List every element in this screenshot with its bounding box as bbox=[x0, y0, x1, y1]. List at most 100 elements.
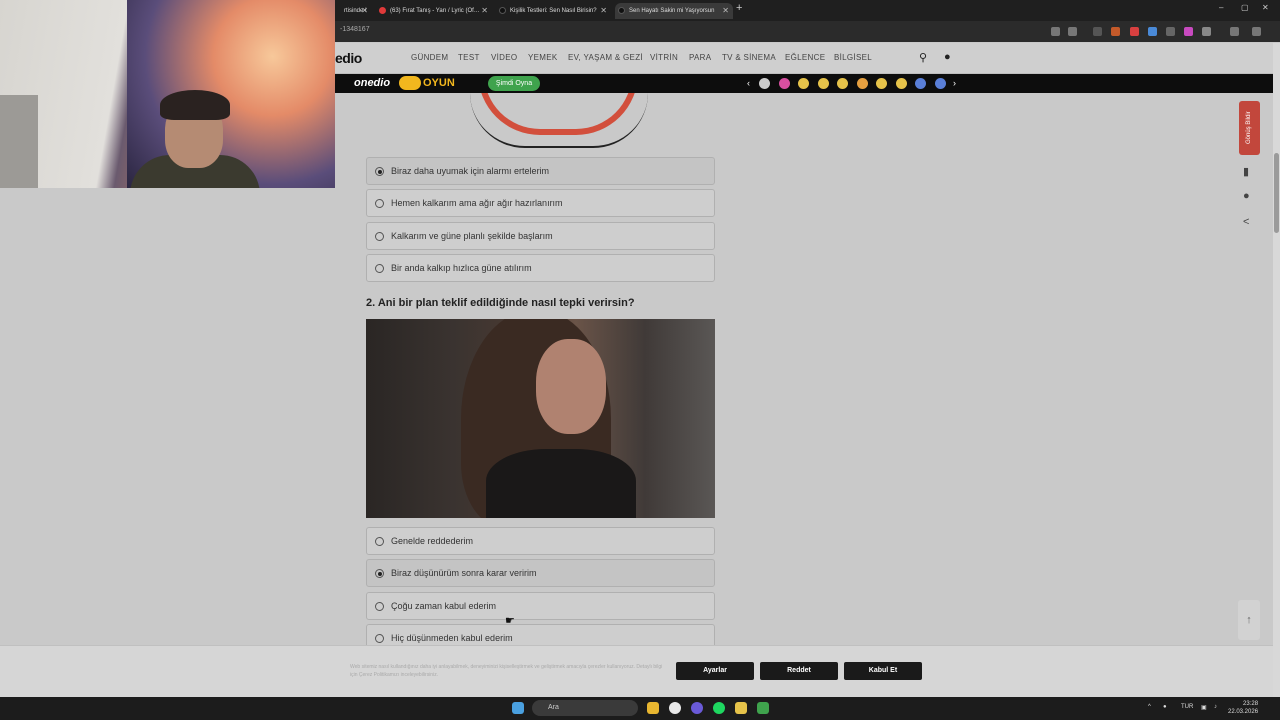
game-emoji-icon[interactable] bbox=[857, 78, 868, 89]
taskbar-search[interactable]: Ara bbox=[532, 700, 638, 716]
image-detail bbox=[536, 339, 606, 434]
game-banner[interactable]: onedio OYUN Şimdi Oyna ‹ › bbox=[335, 74, 1273, 93]
answer-option[interactable]: Biraz düşünürüm sonra karar veririm bbox=[366, 559, 715, 587]
nav-item-vitrin[interactable]: VİTRİN bbox=[650, 53, 678, 62]
answer-option[interactable]: Biraz daha uyumak için alarmı ertelerim bbox=[366, 157, 715, 185]
cookie-settings-button[interactable]: Ayarlar bbox=[676, 662, 754, 680]
file-explorer-icon[interactable] bbox=[647, 702, 659, 714]
cast-icon[interactable] bbox=[1051, 27, 1060, 36]
site-icon bbox=[499, 7, 506, 14]
nav-item-test[interactable]: TEST bbox=[458, 53, 480, 62]
start-icon[interactable] bbox=[512, 702, 524, 714]
time-text: 23:28 bbox=[1243, 701, 1259, 707]
url-field[interactable]: -1348167 bbox=[340, 26, 370, 33]
close-window-button[interactable]: ✕ bbox=[1262, 3, 1269, 12]
browser-tab[interactable]: rtisinde ! ✕ bbox=[330, 3, 372, 19]
cookie-reject-button[interactable]: Reddet bbox=[760, 662, 838, 680]
site-logo[interactable]: edio bbox=[335, 50, 362, 66]
game-emoji-icon[interactable] bbox=[837, 78, 848, 89]
radio-selected-icon bbox=[375, 167, 384, 176]
chevron-up-icon[interactable]: ^ bbox=[1148, 704, 1151, 710]
answer-label: Genelde reddederim bbox=[391, 536, 474, 546]
chevron-left-icon[interactable]: ‹ bbox=[747, 78, 750, 88]
extension-icon[interactable] bbox=[1166, 27, 1175, 36]
extension-icon[interactable] bbox=[1148, 27, 1157, 36]
answer-label: Hiç düşünmeden kabul ederim bbox=[391, 633, 513, 643]
maximize-button[interactable]: ▢ bbox=[1241, 3, 1249, 12]
language-indicator[interactable]: TUR bbox=[1181, 704, 1193, 710]
nav-item-eglence[interactable]: EĞLENCE bbox=[785, 53, 825, 62]
answer-option[interactable]: Hiç düşünmeden kabul ederim bbox=[366, 624, 715, 645]
radio-icon bbox=[375, 264, 384, 273]
search-icon[interactable]: ⚲ bbox=[919, 51, 927, 64]
radio-icon bbox=[375, 634, 384, 643]
nav-item-tv-sinema[interactable]: TV & SİNEMA bbox=[722, 53, 776, 62]
answer-option[interactable]: Çoğu zaman kabul ederim bbox=[366, 592, 715, 620]
chrome-icon[interactable] bbox=[669, 702, 681, 714]
cookie-text: Web sitemiz nasıl kullandığınız daha iyi… bbox=[350, 664, 663, 678]
site-icon bbox=[618, 7, 625, 14]
nav-item-yemek[interactable]: YEMEK bbox=[528, 53, 558, 62]
nav-item-bilgisel[interactable]: BİLGİSEL bbox=[834, 53, 872, 62]
browser-tab[interactable]: (63) Fırat Tanış - Yarı / Lyric (Of… ✕ bbox=[376, 3, 492, 19]
profile-icon[interactable] bbox=[1230, 27, 1239, 36]
clock[interactable]: 23:28 22.03.2026 bbox=[1228, 700, 1258, 716]
report-button[interactable]: Gönüş Bildir bbox=[1239, 101, 1260, 155]
browser-tab[interactable]: Kişilik Testleri: Sen Nasıl Birisin? ✕ bbox=[496, 3, 611, 19]
nav-item-video[interactable]: VİDEO bbox=[491, 53, 517, 62]
spotify-icon[interactable] bbox=[713, 702, 725, 714]
question-image bbox=[366, 319, 715, 518]
share-icon[interactable]: < bbox=[1243, 216, 1249, 228]
extension-icon[interactable] bbox=[1184, 27, 1193, 36]
nav-item-ev-yasam[interactable]: EV, YAŞAM & GEZİ bbox=[568, 53, 643, 62]
game-emoji-icon[interactable] bbox=[779, 78, 790, 89]
close-icon[interactable]: ✕ bbox=[722, 3, 729, 19]
game-emoji-icon[interactable] bbox=[818, 78, 829, 89]
bookmark-icon[interactable]: ▮ bbox=[1243, 165, 1249, 178]
star-icon[interactable] bbox=[1068, 27, 1077, 36]
app-icon[interactable] bbox=[757, 702, 769, 714]
game-emoji-icon[interactable] bbox=[876, 78, 887, 89]
volume-icon[interactable]: ♪ bbox=[1214, 704, 1217, 710]
radio-icon bbox=[375, 232, 384, 241]
scroll-thumb[interactable] bbox=[1274, 153, 1279, 233]
game-emoji-icon[interactable] bbox=[798, 78, 809, 89]
game-emoji-icon[interactable] bbox=[759, 78, 770, 89]
game-emoji-icon[interactable] bbox=[915, 78, 926, 89]
comment-icon[interactable]: ● bbox=[1243, 190, 1250, 202]
nav-item-para[interactable]: PARA bbox=[689, 53, 711, 62]
browser-tab-active[interactable]: Sen Hayatı Sakin mi Yaşıyorsun ✕ bbox=[615, 3, 733, 19]
close-icon[interactable]: ✕ bbox=[600, 3, 607, 19]
game-emoji-icon[interactable] bbox=[935, 78, 946, 89]
answer-option[interactable]: Bir anda kalkıp hızlıca güne atılırım bbox=[366, 254, 715, 282]
game-emoji-icon[interactable] bbox=[896, 78, 907, 89]
date-text: 22.03.2026 bbox=[1228, 709, 1259, 715]
nav-item-gundem[interactable]: GÜNDEM bbox=[411, 53, 448, 62]
chevron-right-icon[interactable]: › bbox=[953, 78, 956, 88]
network-icon[interactable]: ▣ bbox=[1201, 704, 1207, 711]
page-scrollbar[interactable] bbox=[1273, 43, 1280, 697]
radio-icon bbox=[375, 537, 384, 546]
tab-title: (63) Fırat Tanış - Yarı / Lyric (Of… bbox=[390, 8, 480, 14]
site-header: edio GÜNDEM TEST VİDEO YEMEK EV, YAŞAM &… bbox=[335, 43, 1273, 74]
new-tab-button[interactable]: + bbox=[736, 2, 742, 14]
answer-option[interactable]: Hemen kalkarım ama ağır ağır hazırlanırı… bbox=[366, 189, 715, 217]
minimize-button[interactable]: – bbox=[1219, 3, 1223, 12]
close-icon[interactable]: ✕ bbox=[481, 3, 488, 19]
extension-icon[interactable] bbox=[1093, 27, 1102, 36]
extension-icon[interactable] bbox=[1130, 27, 1139, 36]
app-icon[interactable] bbox=[735, 702, 747, 714]
menu-icon[interactable] bbox=[1252, 27, 1261, 36]
play-now-button[interactable]: Şimdi Oyna bbox=[488, 76, 540, 91]
extension-icon[interactable] bbox=[1111, 27, 1120, 36]
microphone-icon[interactable]: ● bbox=[1163, 704, 1167, 710]
close-icon[interactable]: ✕ bbox=[361, 3, 368, 19]
answer-option[interactable]: Kalkarım ve güne planlı şekilde başlarım bbox=[366, 222, 715, 250]
answer-option[interactable]: Genelde reddederim bbox=[366, 527, 715, 555]
puzzle-icon[interactable] bbox=[1202, 27, 1211, 36]
gamepad-icon bbox=[399, 76, 421, 90]
cookie-accept-button[interactable]: Kabul Et bbox=[844, 662, 922, 680]
user-icon[interactable]: ● bbox=[944, 51, 951, 63]
app-icon[interactable] bbox=[691, 702, 703, 714]
scroll-top-button[interactable]: ↑ bbox=[1238, 600, 1260, 640]
